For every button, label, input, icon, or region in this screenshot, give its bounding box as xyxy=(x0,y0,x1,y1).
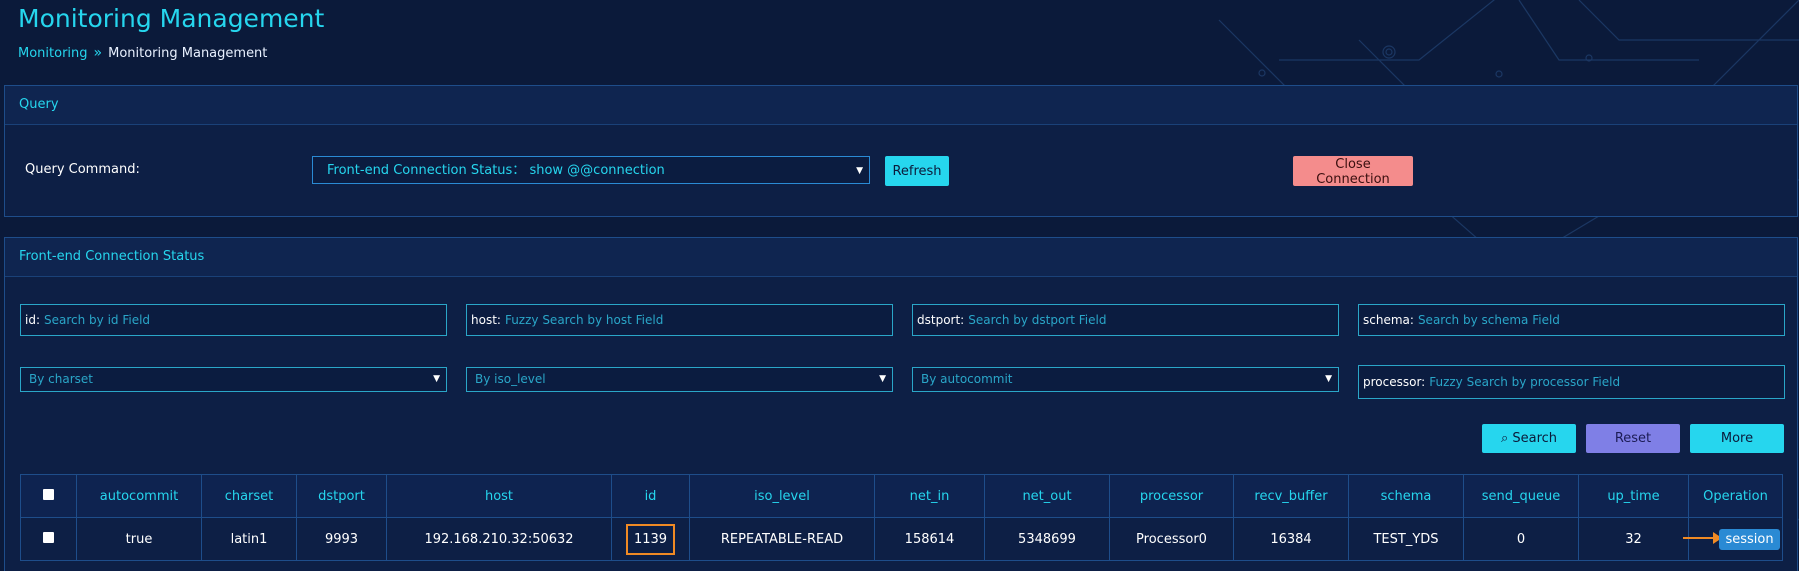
cell-host: 192.168.210.32:50632 xyxy=(386,517,612,561)
column-header[interactable]: dstport xyxy=(296,474,387,518)
cell-autocommit: true xyxy=(76,517,202,561)
dstport-field-placeholder: Search by dstport Field xyxy=(968,313,1107,327)
page-title: Monitoring Management xyxy=(18,4,325,33)
iso-level-select[interactable]: By iso_level ▼ xyxy=(466,367,893,392)
table-header-row: autocommit charset dstport host id iso_l… xyxy=(20,474,1783,518)
cell-send-queue: 0 xyxy=(1463,517,1579,561)
search-icon: ⌕ xyxy=(1500,431,1509,446)
processor-field-label: processor: xyxy=(1363,375,1426,389)
query-command-label: Query Command: xyxy=(25,162,140,177)
host-search-input[interactable]: host: Fuzzy Search by host Field xyxy=(466,304,893,336)
close-connection-button[interactable]: Close Connection xyxy=(1293,156,1413,187)
select-all-checkbox[interactable] xyxy=(43,488,54,500)
autocommit-select[interactable]: By autocommit ▼ xyxy=(912,367,1339,392)
caret-down-icon: ▼ xyxy=(433,374,440,384)
column-header[interactable]: recv_buffer xyxy=(1233,474,1349,518)
schema-search-input[interactable]: schema: Search by schema Field xyxy=(1358,304,1785,336)
cell-id: 1139 xyxy=(611,517,690,561)
host-field-placeholder: Fuzzy Search by host Field xyxy=(504,313,664,327)
query-panel-title: Query xyxy=(5,86,1797,125)
more-button[interactable]: More xyxy=(1690,424,1784,453)
caret-down-icon: ▼ xyxy=(1325,374,1332,384)
id-field-label: id: xyxy=(25,313,40,327)
autocommit-select-value: By autocommit xyxy=(921,372,1013,386)
breadcrumb-link-monitoring[interactable]: Monitoring xyxy=(18,46,88,61)
id-field-placeholder: Search by id Field xyxy=(44,313,151,327)
select-all-header xyxy=(20,474,77,518)
cell-recv-buffer: 16384 xyxy=(1233,517,1349,561)
charset-select[interactable]: By charset ▼ xyxy=(20,367,447,392)
id-highlight-box: 1139 xyxy=(625,523,676,555)
breadcrumb: Monitoring » Monitoring Management xyxy=(18,45,267,61)
cell-operation: session xyxy=(1683,517,1783,561)
host-field-label: host: xyxy=(471,313,501,327)
connection-table: autocommit charset dstport host id iso_l… xyxy=(20,474,1783,561)
table-row: true latin1 9993 192.168.210.32:50632 11… xyxy=(20,517,1783,561)
query-command-value: Front-end Connection Status： show @@conn… xyxy=(327,163,665,178)
connection-panel: Front-end Connection Status id: Search by… xyxy=(4,237,1798,571)
iso-level-select-value: By iso_level xyxy=(475,372,546,386)
cell-charset: latin1 xyxy=(201,517,297,561)
processor-field-placeholder: Fuzzy Search by processor Field xyxy=(1429,375,1621,389)
id-search-input[interactable]: id: Search by id Field xyxy=(20,304,447,336)
cell-processor: Processor0 xyxy=(1109,517,1234,561)
column-header[interactable]: host xyxy=(386,474,612,518)
query-command-select[interactable]: Front-end Connection Status： show @@conn… xyxy=(312,156,870,184)
row-select-cell xyxy=(20,517,77,561)
cell-iso-level: REPEATABLE-READ xyxy=(689,517,875,561)
column-header[interactable]: net_in xyxy=(874,474,985,518)
session-button[interactable]: session xyxy=(1719,528,1780,550)
column-header[interactable]: iso_level xyxy=(689,474,875,518)
column-header[interactable]: net_out xyxy=(984,474,1110,518)
breadcrumb-current: Monitoring Management xyxy=(108,46,268,61)
dstport-field-label: dstport: xyxy=(917,313,965,327)
cell-net-out: 5348699 xyxy=(984,517,1110,561)
cell-net-in: 158614 xyxy=(874,517,985,561)
search-button-label: Search xyxy=(1512,431,1558,446)
column-header[interactable]: autocommit xyxy=(76,474,202,518)
dstport-search-input[interactable]: dstport: Search by dstport Field xyxy=(912,304,1339,336)
refresh-button[interactable]: Refresh xyxy=(885,156,949,186)
column-header[interactable]: processor xyxy=(1109,474,1234,518)
connection-panel-title: Front-end Connection Status xyxy=(5,238,1797,277)
breadcrumb-separator-icon: » xyxy=(93,45,103,61)
column-header[interactable]: id xyxy=(611,474,690,518)
column-header[interactable]: charset xyxy=(201,474,297,518)
cell-up-time: 32 xyxy=(1578,517,1689,561)
column-header[interactable]: up_time xyxy=(1578,474,1689,518)
page-header: Monitoring Management Monitoring» Monitor… xyxy=(0,0,1799,78)
column-header: Operation xyxy=(1688,474,1783,518)
cell-schema: TEST_YDS xyxy=(1348,517,1464,561)
column-header[interactable]: send_queue xyxy=(1463,474,1579,518)
cell-dstport: 9993 xyxy=(296,517,387,561)
arrow-right-icon xyxy=(1683,537,1715,539)
charset-select-value: By charset xyxy=(29,372,93,386)
schema-field-placeholder: Search by schema Field xyxy=(1417,313,1560,327)
processor-search-input[interactable]: processor: Fuzzy Search by processor Fiel… xyxy=(1358,365,1785,399)
reset-button[interactable]: Reset xyxy=(1586,424,1680,453)
caret-down-icon: ▼ xyxy=(879,374,886,384)
row-checkbox[interactable] xyxy=(43,531,54,543)
caret-down-icon: ▼ xyxy=(856,166,863,176)
query-panel: Query Query Command: Front-end Connectio… xyxy=(4,85,1798,217)
search-button[interactable]: ⌕ Search xyxy=(1482,424,1576,453)
schema-field-label: schema: xyxy=(1363,313,1414,327)
column-header[interactable]: schema xyxy=(1348,474,1464,518)
